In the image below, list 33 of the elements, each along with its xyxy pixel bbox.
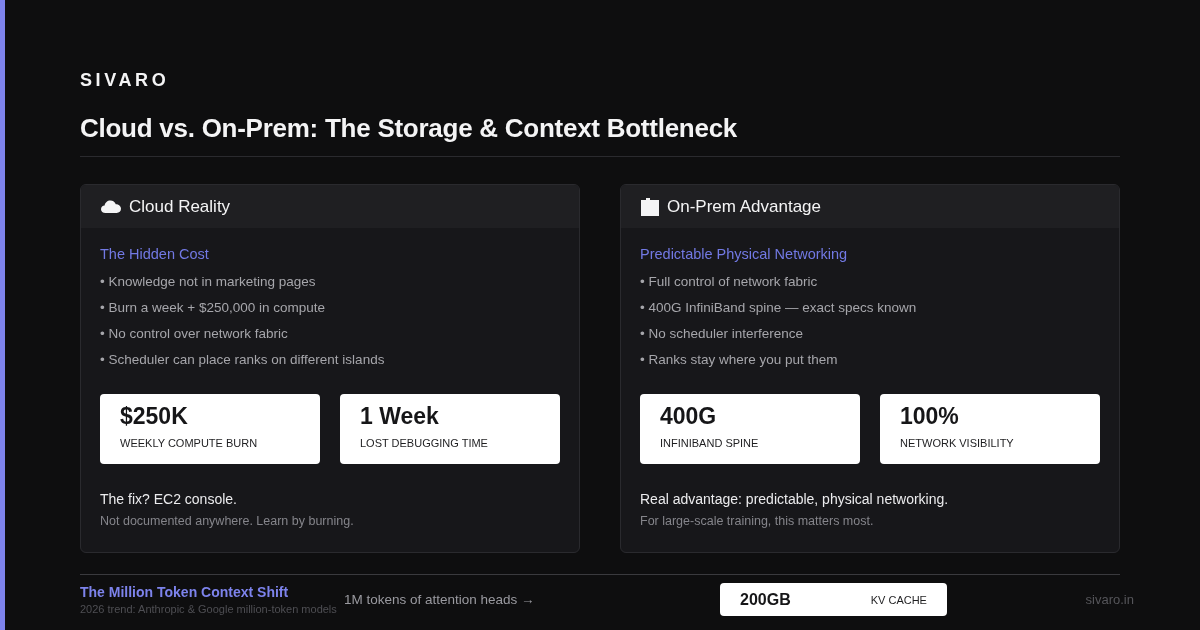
card-heading: Cloud Reality [129,195,231,218]
card-takeaway: The fix? EC2 console. [100,490,237,508]
bullet-point: • 400G InfiniBand spine — exact specs known [640,299,917,317]
footer-subtitle: 2026 trend: Anthropic & Google million-token models [80,601,337,616]
card-note: For large-scale training, this matters most. [640,513,874,529]
site-url: sivaro.in [1085,592,1134,607]
cloud-icon [101,200,121,213]
card-subheading: Predictable Physical Networking [640,245,848,264]
card-heading: On-Prem Advantage [667,195,822,218]
footer-title: The Million Token Context Shift [80,583,289,601]
page-title: Cloud vs. On-Prem: The Storage & Context Bottleneck [80,112,738,144]
card-subheading: The Hidden Cost [100,245,209,264]
stat-label: KV CACHE [870,593,927,606]
bullet-point: • No control over network fabric [100,325,288,343]
stat-label: WEEKLY COMPUTE BURN [120,436,258,450]
stat-value: 100% [900,402,959,430]
bullet-point: • Full control of network fabric [640,273,818,291]
bullet-point: • Ranks stay where you put them [640,351,838,369]
brand-name: SIVARO [80,69,170,92]
bullet-point: • No scheduler interference [640,325,804,343]
stat-label: NETWORK VISIBILITY [900,436,1014,450]
card-note: Not documented anywhere. Learn by burning. [100,513,354,529]
bullet-point: • Knowledge not in marketing pages [100,273,316,291]
bullet-point: • Scheduler can place ranks on different islands [100,351,385,369]
card-takeaway: Real advantage: predictable, physical networking. [640,490,949,508]
stat-value: $250K [120,402,188,430]
stat-label: INFINIBAND SPINE [660,436,759,450]
bullet-point: • Burn a week + $250,000 in compute [100,299,325,317]
stat-value: 400G [660,402,717,430]
footer-caption: 1M tokens of attention heads → [344,592,536,607]
stat-value: 200GB [740,590,791,609]
stat-label: LOST DEBUGGING TIME [360,436,488,450]
stat-value: 1 Week [360,402,439,430]
